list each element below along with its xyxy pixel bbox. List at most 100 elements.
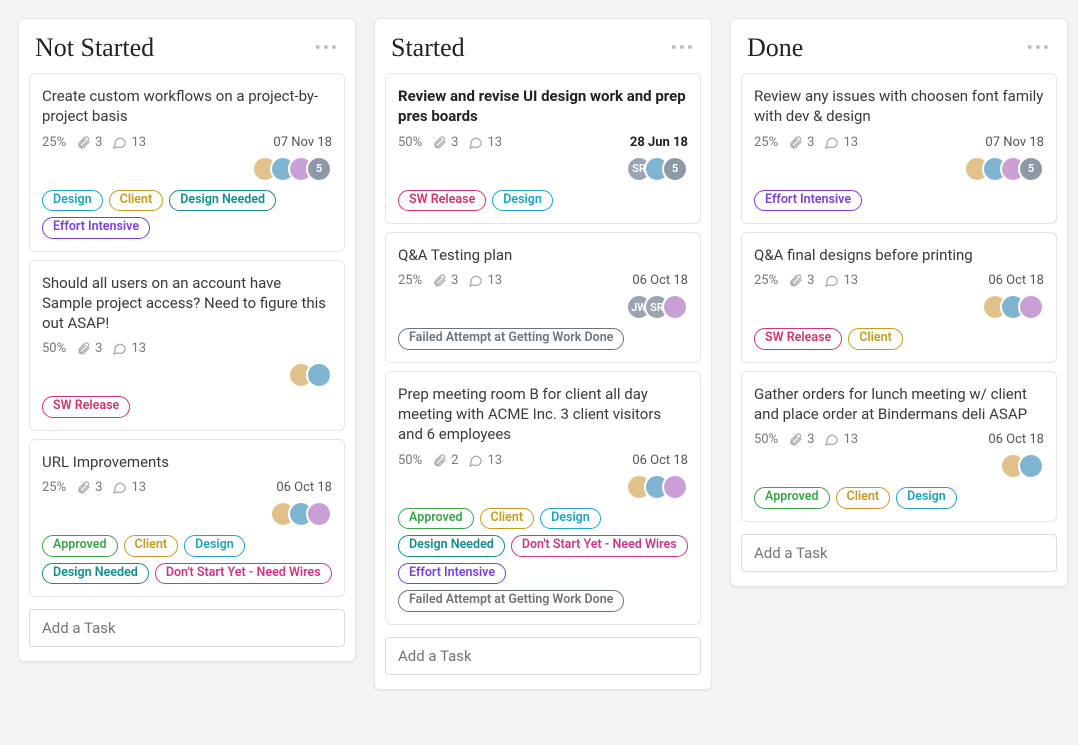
task-card[interactable]: Prep meeting room B for client all day m…	[385, 371, 701, 625]
card-title: Q&A final designs before printing	[754, 245, 1044, 265]
paperclip-icon	[788, 273, 803, 288]
comment-icon	[468, 273, 483, 288]
tag[interactable]: Approved	[42, 535, 118, 557]
percent-complete: 25%	[42, 480, 66, 495]
assignees	[754, 294, 1044, 320]
comment-icon	[824, 135, 839, 150]
tag[interactable]: Approved	[754, 487, 830, 509]
tag[interactable]: Client	[836, 487, 891, 509]
tag[interactable]: Design Needed	[169, 190, 276, 212]
comments-count: 13	[112, 341, 146, 356]
assignees	[398, 474, 688, 500]
tag-list: SW Release Design	[398, 190, 688, 212]
avatar	[1018, 294, 1044, 320]
card-list: Review and revise UI design work and pre…	[375, 73, 711, 625]
tag[interactable]: Client	[480, 508, 535, 530]
column-menu-button[interactable]: •••	[671, 38, 695, 59]
avatar	[1018, 453, 1044, 479]
attachments-count: 2	[432, 453, 458, 468]
tag[interactable]: Effort Intensive	[42, 217, 150, 239]
assignees	[754, 453, 1044, 479]
card-meta-row: 50%31328 Jun 18	[398, 135, 688, 150]
tag[interactable]: Design	[896, 487, 957, 509]
card-meta-row: 25%31306 Oct 18	[398, 273, 688, 288]
due-date: 07 Nov 18	[985, 135, 1044, 150]
board-column: Done ••• Review any issues with choosen fo…	[730, 18, 1068, 587]
tag[interactable]: SW Release	[398, 190, 486, 212]
tag[interactable]: Design	[184, 535, 245, 557]
tag[interactable]: Client	[848, 328, 903, 350]
ellipsis-icon: •••	[671, 38, 695, 59]
card-meta-row: 25%31307 Nov 18	[754, 135, 1044, 150]
column-header: Done •••	[731, 19, 1067, 73]
task-card[interactable]: Q&A Testing plan25%31306 Oct 18JWSRFaile…	[385, 232, 701, 363]
ellipsis-icon: •••	[315, 38, 339, 59]
attachments-count: 3	[432, 135, 458, 150]
due-date: 06 Oct 18	[988, 432, 1044, 447]
card-meta-row: 50%31306 Oct 18	[754, 432, 1044, 447]
tag-list: SW Release Client	[754, 328, 1044, 350]
avatar-overflow-count: 5	[662, 156, 688, 182]
assignees	[42, 501, 332, 527]
tag[interactable]: Don't Start Yet - Need Wires	[511, 535, 688, 557]
due-date: 06 Oct 18	[276, 480, 332, 495]
card-meta-row: 50%313	[42, 341, 332, 356]
task-card[interactable]: Review and revise UI design work and pre…	[385, 73, 701, 224]
column-menu-button[interactable]: •••	[1027, 38, 1051, 59]
avatar-overflow-count: 5	[1018, 156, 1044, 182]
tag[interactable]: Client	[109, 190, 164, 212]
tag[interactable]: Failed Attempt at Getting Work Done	[398, 328, 624, 350]
comment-icon	[468, 135, 483, 150]
paperclip-icon	[76, 341, 91, 356]
tag[interactable]: Design	[492, 190, 553, 212]
tag[interactable]: Approved	[398, 508, 474, 530]
tag[interactable]: Design	[42, 190, 103, 212]
tag[interactable]: Failed Attempt at Getting Work Done	[398, 590, 624, 612]
attachments-count: 3	[76, 480, 102, 495]
card-meta-row: 50%21306 Oct 18	[398, 453, 688, 468]
tag-list: Failed Attempt at Getting Work Done	[398, 328, 688, 350]
task-card[interactable]: Should all users on an account have Samp…	[29, 260, 345, 431]
add-task-input[interactable]	[752, 543, 1050, 563]
attachments-count: 3	[788, 432, 814, 447]
add-task[interactable]	[385, 637, 701, 675]
task-card[interactable]: Create custom workflows on a project-by-…	[29, 73, 345, 252]
add-task-input[interactable]	[40, 618, 338, 638]
task-card[interactable]: Review any issues with choosen font fami…	[741, 73, 1057, 224]
tag[interactable]: Effort Intensive	[754, 190, 862, 212]
tag[interactable]: SW Release	[754, 328, 842, 350]
add-task-input[interactable]	[396, 646, 694, 666]
tag[interactable]: Client	[124, 535, 179, 557]
percent-complete: 25%	[42, 135, 66, 150]
task-card[interactable]: Gather orders for lunch meeting w/ clien…	[741, 371, 1057, 522]
avatar-overflow-count: 5	[306, 156, 332, 182]
avatar	[662, 294, 688, 320]
tag[interactable]: SW Release	[42, 396, 130, 418]
assignees: 5	[754, 156, 1044, 182]
comments-count: 13	[468, 273, 502, 288]
column-menu-button[interactable]: •••	[315, 38, 339, 59]
comment-icon	[824, 432, 839, 447]
tag-list: Approved ClientDesign Design Needed Don't S…	[42, 535, 332, 584]
tag[interactable]: Design	[540, 508, 601, 530]
tag[interactable]: Design Needed	[42, 563, 149, 585]
card-title: Gather orders for lunch meeting w/ clien…	[754, 384, 1044, 425]
tag[interactable]: Design Needed	[398, 535, 505, 557]
percent-complete: 25%	[754, 273, 778, 288]
paperclip-icon	[432, 135, 447, 150]
avatar	[306, 501, 332, 527]
task-card[interactable]: Q&A final designs before printing25%3130…	[741, 232, 1057, 363]
comments-count: 13	[112, 135, 146, 150]
tag[interactable]: Don't Start Yet - Need Wires	[155, 563, 332, 585]
tag[interactable]: Effort Intensive	[398, 563, 506, 585]
tag-list: Effort Intensive	[754, 190, 1044, 212]
column-title: Done	[747, 33, 803, 63]
paperclip-icon	[788, 432, 803, 447]
comment-icon	[824, 273, 839, 288]
ellipsis-icon: •••	[1027, 38, 1051, 59]
task-card[interactable]: URL Improvements25%31306 Oct 18ApprovedC…	[29, 439, 345, 597]
add-task[interactable]	[741, 534, 1057, 572]
assignees	[42, 362, 332, 388]
add-task[interactable]	[29, 609, 345, 647]
card-title: Prep meeting room B for client all day m…	[398, 384, 688, 445]
